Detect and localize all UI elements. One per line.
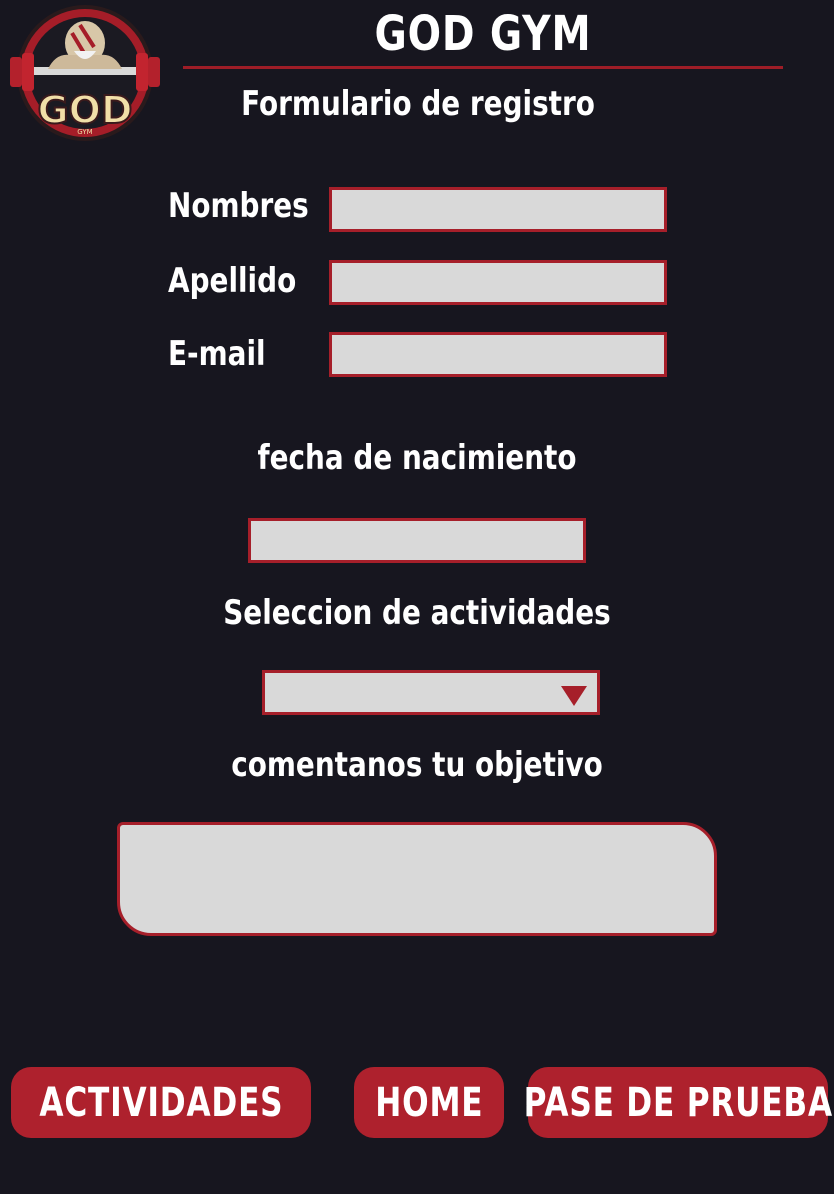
actividades-button-label: ACTIVIDADES — [39, 1079, 284, 1126]
pase-de-prueba-button[interactable]: PASE DE PRUEBA — [523, 1067, 832, 1138]
page-title: GOD GYM — [374, 6, 592, 62]
god-gym-logo: GOD GYM — [8, 3, 162, 141]
nombres-label: Nombres — [168, 186, 309, 226]
email-input[interactable] — [329, 332, 667, 377]
apellido-input[interactable] — [329, 260, 667, 305]
form-subtitle: Formulario de registro — [241, 84, 595, 124]
fecha-input[interactable] — [248, 518, 586, 563]
apellido-label: Apellido — [168, 261, 297, 301]
pase-de-prueba-button-label: PASE DE PRUEBA — [523, 1079, 833, 1126]
objetivo-label: comentanos tu objetivo — [231, 745, 603, 785]
objetivo-textarea[interactable] — [117, 822, 717, 936]
dropdown-arrow-icon[interactable] — [561, 686, 587, 706]
title-divider — [183, 66, 783, 69]
actividades-label: Seleccion de actividades — [223, 593, 611, 633]
nombres-input[interactable] — [329, 187, 667, 232]
actividades-select[interactable] — [262, 670, 600, 715]
svg-text:GYM: GYM — [77, 128, 92, 136]
actividades-button[interactable]: ACTIVIDADES — [11, 1067, 311, 1138]
home-button[interactable]: HOME — [354, 1067, 504, 1138]
home-button-label: HOME — [374, 1079, 484, 1126]
fecha-label: fecha de nacimiento — [257, 438, 577, 478]
svg-text:GOD: GOD — [37, 88, 132, 132]
email-label: E-mail — [168, 334, 266, 374]
